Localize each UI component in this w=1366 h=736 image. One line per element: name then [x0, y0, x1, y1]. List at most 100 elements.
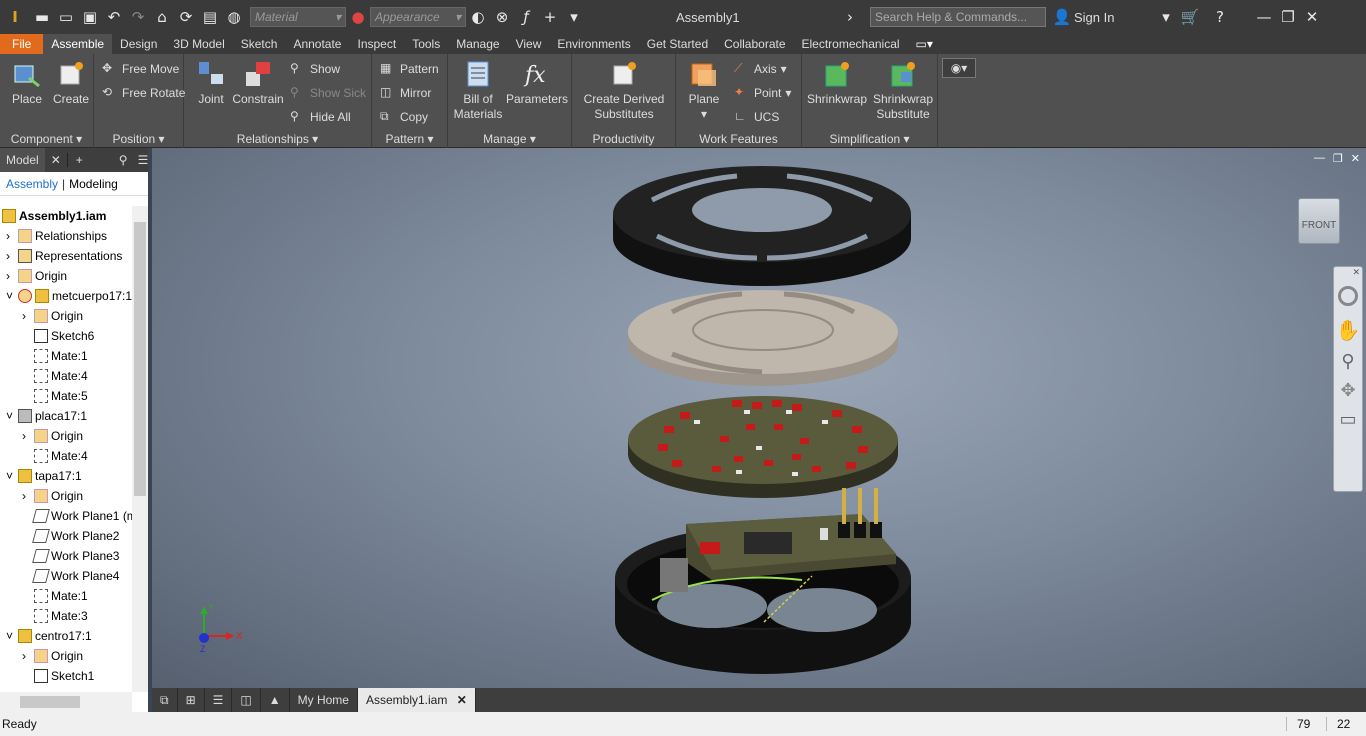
close-icon[interactable]: ✕ — [1351, 152, 1360, 165]
tab-tools[interactable]: Tools — [404, 34, 448, 54]
tab-inspect[interactable]: Inspect — [349, 34, 404, 54]
doc-menu-icon[interactable]: ▲ — [261, 688, 290, 712]
tree-node[interactable]: ˅ centro17:1 — [6, 626, 92, 646]
axis-button[interactable]: ⟋ Axis ▾ — [734, 61, 787, 77]
cascade-icon[interactable]: ⧉ — [152, 688, 178, 712]
shrinkwrap-button[interactable]: Shrinkwrap — [804, 58, 870, 107]
graphics-viewport[interactable]: — ❐ ✕ FRONT X Z Y — [152, 148, 1366, 688]
tree-node[interactable]: Work Plane4 — [32, 566, 119, 586]
panel-label[interactable]: Pattern ▾ — [372, 132, 447, 146]
close-icon[interactable]: ✕ — [45, 153, 67, 167]
viewcube[interactable]: FRONT — [1298, 198, 1340, 244]
chevron-down-icon[interactable]: ▾ — [1154, 8, 1178, 26]
clear-appearance-icon[interactable]: ⊗ — [490, 8, 514, 26]
tab-collaborate[interactable]: Collaborate — [716, 34, 793, 54]
tab-manage[interactable]: Manage — [448, 34, 507, 54]
tab-get-started[interactable]: Get Started — [639, 34, 716, 54]
scroll-thumb[interactable] — [134, 222, 146, 496]
search-input[interactable]: Search Help & Commands... — [870, 7, 1046, 27]
mode-assembly[interactable]: Assembly — [6, 177, 58, 191]
hide-all-button[interactable]: ⚲ Hide All — [290, 109, 351, 125]
show-sick-button[interactable]: ⚲ Show Sick — [290, 85, 366, 101]
steering-wheel-icon[interactable] — [1338, 286, 1358, 306]
search-icon[interactable]: ⚲ — [119, 153, 128, 167]
copy-button[interactable]: ⧉ Copy — [380, 109, 428, 125]
place-button[interactable]: Place — [6, 58, 48, 107]
horizontal-scrollbar[interactable] — [0, 692, 132, 712]
tree-node[interactable]: Mate:4 — [34, 446, 88, 466]
tree-node[interactable]: Mate:5 — [34, 386, 88, 406]
tab-annotate[interactable]: Annotate — [285, 34, 349, 54]
tree-node[interactable]: Sketch1 — [34, 666, 94, 686]
pan-icon[interactable]: ✋ — [1334, 318, 1362, 343]
browser-tab-model[interactable]: Model — [0, 148, 45, 172]
tree-node[interactable]: › Relationships — [6, 226, 107, 246]
mode-modeling[interactable]: Modeling — [69, 177, 118, 191]
shrinkwrap-substitute-button[interactable]: Shrinkwrap Substitute — [870, 58, 936, 122]
chevron-right-icon[interactable]: › — [838, 8, 862, 26]
tab-electromechanical[interactable]: Electromechanical — [794, 34, 908, 54]
close-icon[interactable]: ✕ — [1334, 267, 1362, 278]
look-at-icon[interactable]: ▭ — [1334, 409, 1362, 430]
vertical-scrollbar[interactable] — [132, 206, 148, 692]
zoom-icon[interactable]: ⚲ — [1334, 351, 1362, 372]
tab-environments[interactable]: Environments — [549, 34, 638, 54]
plane-button[interactable]: Plane ▾ — [678, 58, 730, 122]
tab-assembly1[interactable]: Assembly1.iam ✕ — [357, 688, 476, 712]
minimize-icon[interactable]: — — [1314, 152, 1325, 165]
tab-my-home[interactable]: My Home — [290, 688, 358, 712]
tab-view[interactable]: View — [508, 34, 550, 54]
adjust-icon[interactable]: ◐ — [466, 8, 490, 26]
tree-node[interactable]: › Origin — [22, 306, 83, 326]
tree-node[interactable]: Mate:1 — [34, 586, 88, 606]
close-icon[interactable]: ✕ — [1300, 8, 1324, 26]
plate-part[interactable] — [628, 290, 898, 386]
ribbon-options-icon[interactable]: ▭▾ — [908, 34, 941, 54]
point-button[interactable]: ✦ Point ▾ — [734, 85, 791, 101]
tree-node[interactable]: Work Plane3 — [32, 546, 119, 566]
tree-node[interactable]: ˅ tapa17:1 — [6, 466, 82, 486]
show-button[interactable]: ⚲ Show — [290, 61, 340, 77]
minimize-icon[interactable]: — — [1252, 8, 1276, 26]
constrain-button[interactable]: Constrain — [232, 58, 284, 107]
undo-icon[interactable]: ↶ — [102, 8, 126, 26]
tree-node[interactable]: Work Plane1 (m — [32, 506, 132, 526]
mirror-button[interactable]: ◫ Mirror — [380, 85, 431, 101]
tree-node[interactable]: › Origin — [6, 266, 67, 286]
tree-node[interactable]: › Origin — [22, 646, 83, 666]
tree-node[interactable]: › Representations — [6, 246, 122, 266]
close-icon[interactable]: ✕ — [457, 693, 467, 707]
app-logo-icon[interactable]: I — [0, 8, 30, 26]
free-rotate-button[interactable]: ⟲ Free Rotate — [102, 85, 185, 101]
sign-in-link[interactable]: Sign In — [1074, 10, 1154, 25]
plus-icon[interactable]: + — [538, 8, 562, 26]
tab-assemble[interactable]: Assemble — [43, 34, 113, 54]
panel-label[interactable]: Manage ▾ — [448, 132, 571, 146]
panel-label[interactable]: Relationships ▾ — [184, 132, 371, 146]
assembly-model[interactable] — [152, 148, 1366, 688]
plus-icon[interactable]: + — [66, 153, 91, 167]
tab-design[interactable]: Design — [112, 34, 165, 54]
tile-vertical-icon[interactable]: ◫ — [232, 688, 261, 712]
led-pcb-part[interactable] — [628, 396, 898, 498]
select-icon[interactable]: ▤ — [198, 8, 222, 26]
customize-icon[interactable]: ▾ — [562, 8, 586, 26]
material-combo[interactable]: Material ▾ — [250, 7, 346, 27]
update-icon[interactable]: ⟳ — [174, 8, 198, 26]
ucs-button[interactable]: ∟ UCS — [734, 109, 779, 125]
create-derived-substitutes-button[interactable]: Create Derived Substitutes — [576, 58, 672, 122]
tab-sketch[interactable]: Sketch — [233, 34, 286, 54]
tree-node[interactable]: Assembly1.iam — [2, 206, 106, 226]
restore-icon[interactable]: ❐ — [1333, 152, 1343, 165]
panel-label[interactable]: Position ▾ — [94, 132, 183, 146]
new-file-icon[interactable]: ▬ — [30, 8, 54, 26]
tree-node[interactable]: Work Plane2 — [32, 526, 119, 546]
tab-3d-model[interactable]: 3D Model — [165, 34, 232, 54]
orbit-icon[interactable]: ✥ — [1334, 380, 1362, 401]
tree-node[interactable]: Mate:1 — [34, 346, 88, 366]
tree-node[interactable]: › Origin — [22, 486, 83, 506]
help-icon[interactable]: ? — [1208, 8, 1232, 26]
tree-node[interactable]: ˅ placa17:1 — [6, 406, 87, 426]
menu-icon[interactable]: ☰ — [138, 153, 149, 167]
tree-node[interactable]: › Origin — [22, 426, 83, 446]
